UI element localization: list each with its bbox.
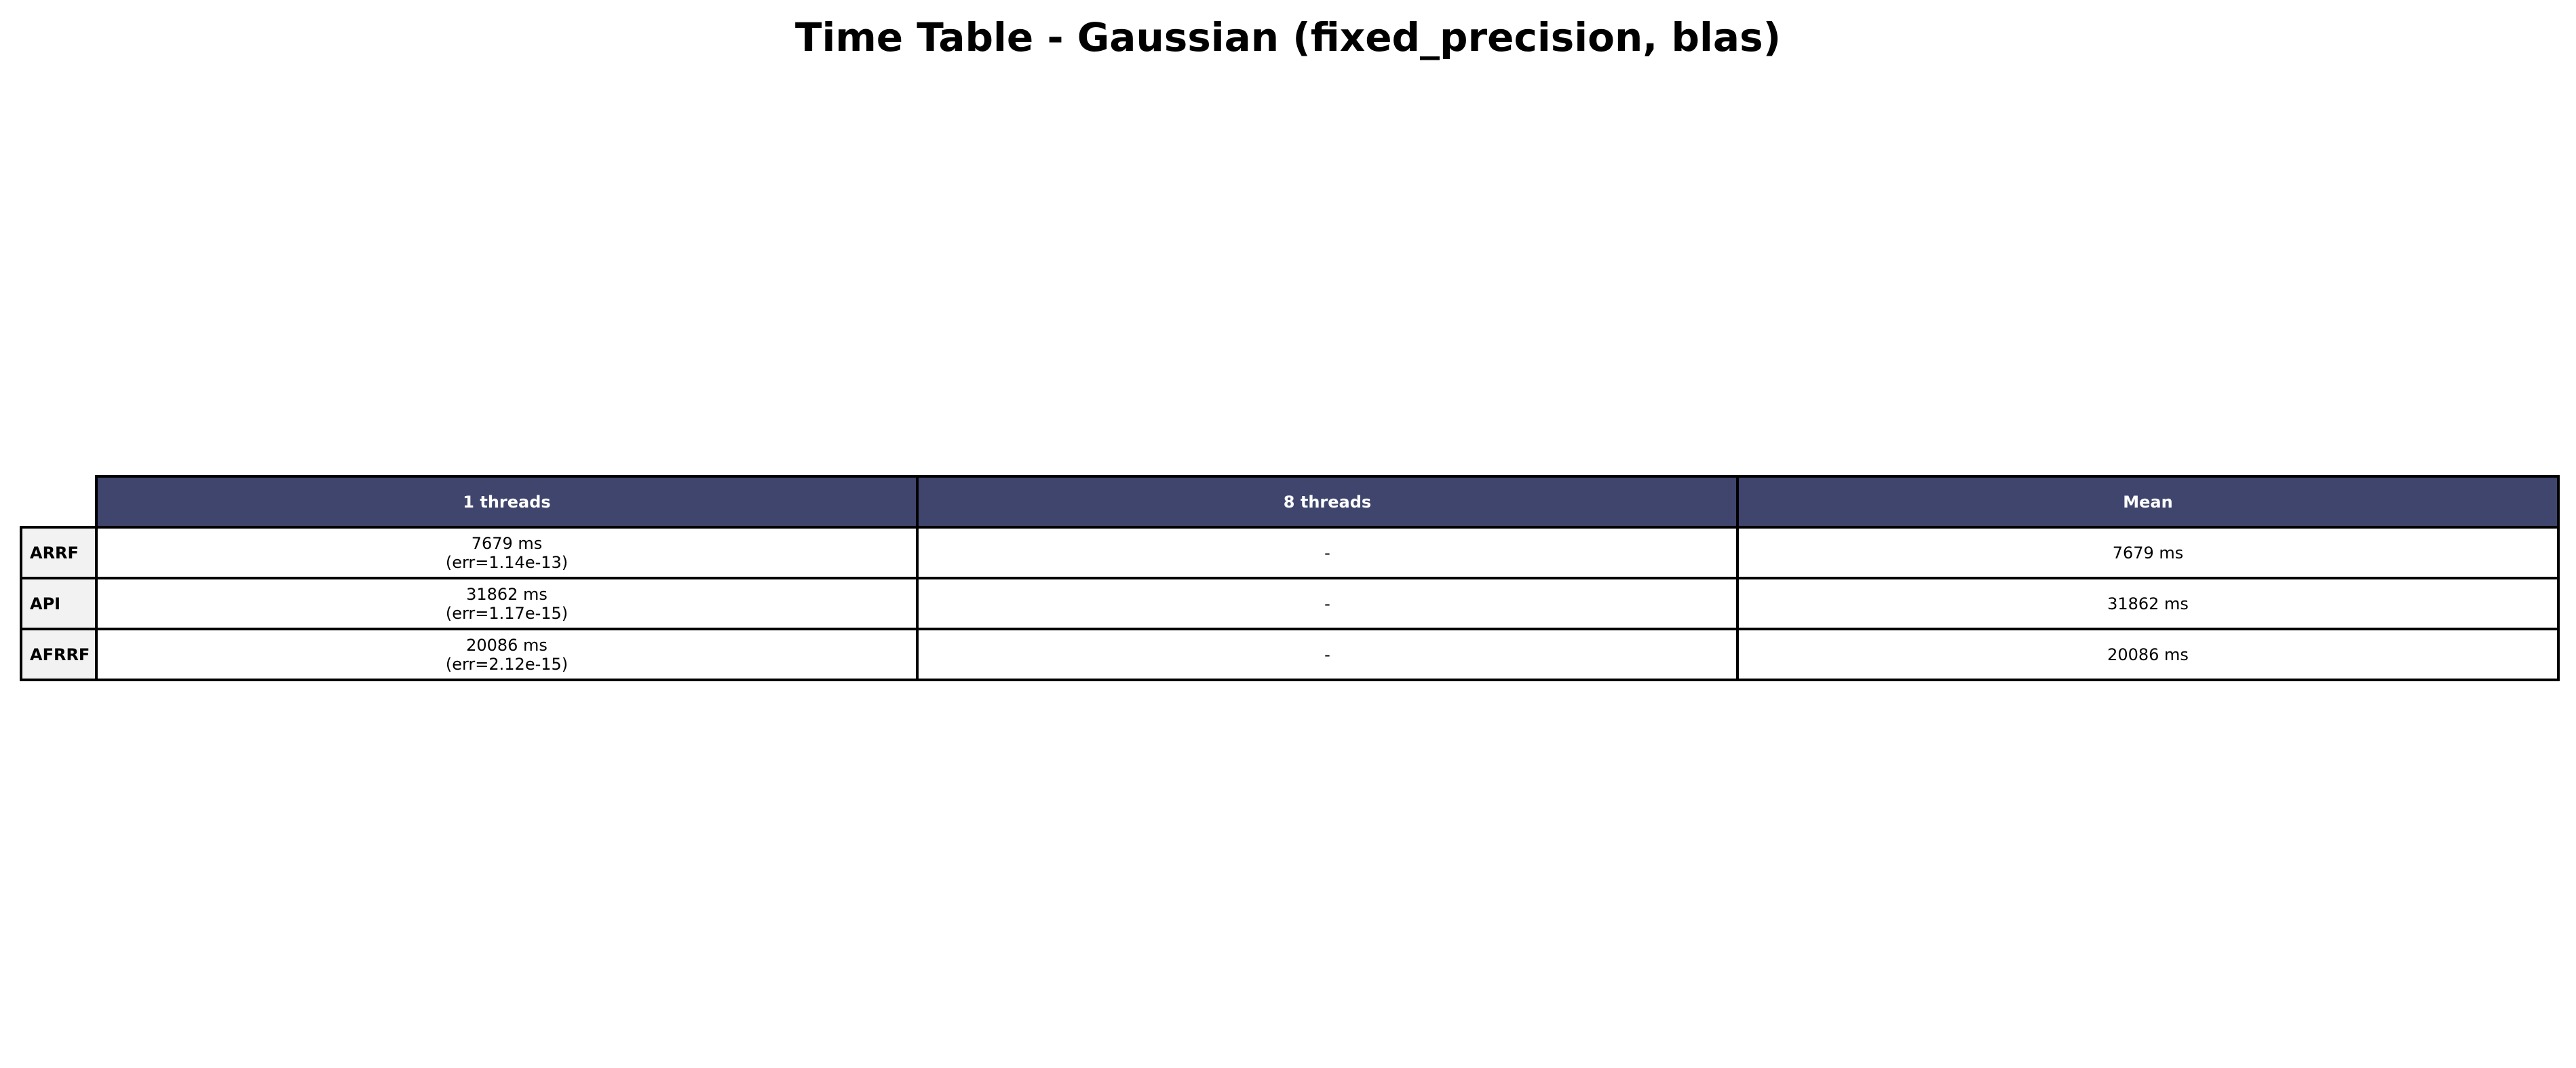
cell-value: 20086 ms: [2107, 645, 2189, 664]
table-cell: 20086 ms (err=2.12e-15): [95, 628, 919, 681]
column-header: Mean: [1736, 475, 2560, 529]
cell-value: 31862 ms: [466, 584, 547, 604]
cell-value: 7679 ms: [471, 533, 543, 553]
chart-title: Time Table - Gaussian (fixed_precision, …: [794, 14, 1782, 60]
cell-value: -: [1324, 645, 1330, 664]
table-cell: 31862 ms: [1736, 577, 2560, 630]
row-header: ARRF: [20, 526, 98, 579]
cell-note: (err=1.14e-13): [445, 552, 569, 572]
cell-note: (err=1.17e-15): [445, 603, 569, 623]
row-header: API: [20, 577, 98, 630]
cell-value: 31862 ms: [2107, 594, 2189, 613]
table-cell: -: [916, 526, 1739, 579]
row-header: AFRRF: [20, 628, 98, 681]
cell-value: 20086 ms: [466, 635, 547, 655]
table-row: AFRRF 20086 ms (err=2.12e-15) - 20086 ms: [20, 628, 2560, 681]
column-header: 8 threads: [916, 475, 1739, 529]
table-cell: -: [916, 577, 1739, 630]
cell-note: (err=2.12e-15): [445, 654, 569, 674]
table-cell: -: [916, 628, 1739, 681]
cell-value: -: [1324, 594, 1330, 613]
column-header: 1 threads: [95, 475, 919, 529]
table-corner-cell: [21, 476, 96, 527]
table-cell: 7679 ms (err=1.14e-13): [95, 526, 919, 579]
cell-value: -: [1324, 543, 1330, 562]
time-table: 1 threads 8 threads Mean ARRF 7679 ms (e…: [20, 475, 2560, 681]
table-row: API 31862 ms (err=1.17e-15) - 31862 ms: [20, 577, 2560, 630]
table-cell: 7679 ms: [1736, 526, 2560, 579]
table-header-row: 1 threads 8 threads Mean: [21, 475, 2560, 529]
table-row: ARRF 7679 ms (err=1.14e-13) - 7679 ms: [20, 526, 2560, 579]
table-cell: 31862 ms (err=1.17e-15): [95, 577, 919, 630]
table-cell: 20086 ms: [1736, 628, 2560, 681]
cell-value: 7679 ms: [2112, 543, 2184, 562]
